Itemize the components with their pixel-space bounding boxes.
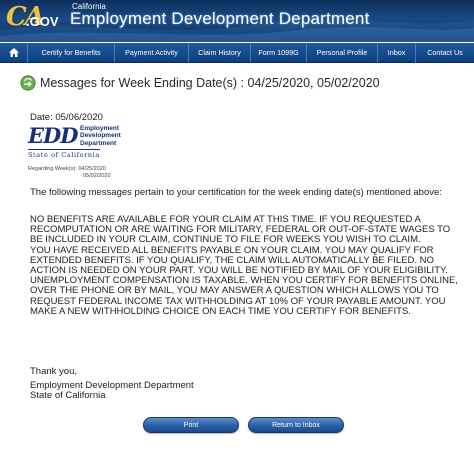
site-header: CA .GOV California Employment Developmen…: [0, 0, 474, 42]
nav-contact-us[interactable]: Contact Us: [416, 43, 474, 63]
edd-word-department: Department: [80, 139, 117, 147]
page-title: Messages for Week Ending Date(s) : 04/25…: [20, 74, 380, 92]
ca-gov-logo[interactable]: CA .GOV: [4, 2, 60, 40]
intro-text: The following messages pertain to your c…: [30, 187, 442, 198]
refresh-arrow-icon: [20, 75, 36, 91]
edd-logo-state: State of California: [28, 149, 100, 159]
logo-gov-text: .GOV: [26, 14, 59, 29]
page-title-text: Messages for Week Ending Date(s) : 04/25…: [40, 76, 380, 90]
regarding-week-2: 05/02/2020: [83, 173, 111, 179]
home-icon: [8, 48, 19, 57]
return-to-inbox-button[interactable]: Return to Inbox: [248, 417, 344, 433]
nav-form-1099g[interactable]: Form 1099G: [251, 42, 307, 63]
signature: Employment Development Department State …: [30, 380, 460, 402]
edd-logo-words: Employment Development Department: [80, 125, 121, 147]
main-nav: Certify for Benefits Payment Activity Cl…: [0, 42, 474, 63]
nav-claim-history[interactable]: Claim History: [189, 42, 251, 63]
nav-payment-activity[interactable]: Payment Activity: [115, 42, 189, 63]
edd-word-development: Development: [80, 132, 121, 140]
nav-inbox[interactable]: Inbox: [378, 42, 416, 63]
nav-certify-for-benefits[interactable]: Certify for Benefits: [28, 42, 115, 63]
closing-thanks: Thank you,: [30, 366, 77, 377]
edd-logo-letters: EDD: [28, 123, 78, 148]
regarding-weeks: Regarding Week(s): 04/25/2020 05/02/2020: [28, 166, 111, 180]
signature-line-2: State of California: [30, 390, 106, 402]
message-item: UNEMPLOYMENT COMPENSATION IS TAXABLE. WH…: [30, 275, 458, 317]
edd-logo: EDD Employment Development Department St…: [28, 123, 124, 159]
print-button[interactable]: Print: [143, 417, 239, 433]
home-button[interactable]: [0, 42, 28, 63]
regarding-week-1: Regarding Week(s): 04/25/2020: [28, 166, 106, 172]
edd-word-employment: Employment: [80, 125, 120, 132]
message-list: NO BENEFITS ARE AVAILABLE FOR YOUR CLAIM…: [30, 214, 460, 317]
letter-date: Date: 05/06/2020: [30, 112, 103, 123]
message-item: NO BENEFITS ARE AVAILABLE FOR YOUR CLAIM…: [30, 214, 451, 246]
agency-name: Employment Development Department: [70, 9, 370, 28]
message-item: YOU HAVE RECEIVED ALL BENEFITS PAYABLE O…: [30, 244, 448, 277]
nav-personal-profile[interactable]: Personal Profile: [307, 42, 378, 63]
